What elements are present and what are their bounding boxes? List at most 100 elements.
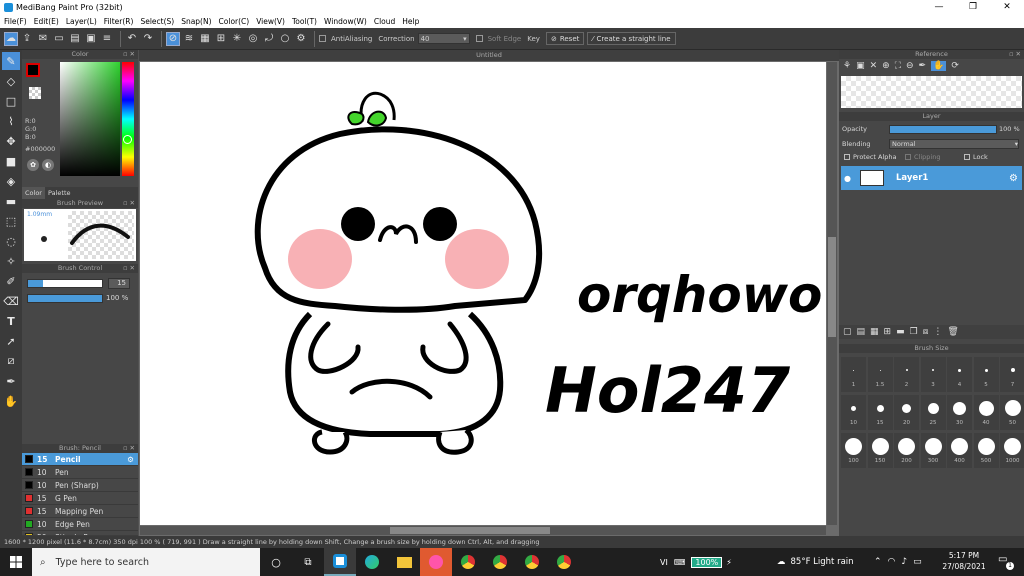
merge-down-icon[interactable]: ⧈	[923, 327, 929, 337]
curve-snap-icon[interactable]: ⤾	[262, 32, 276, 46]
operation-tool-icon[interactable]: ➚	[2, 332, 20, 350]
brush-list-item[interactable]: 10 Pen	[22, 466, 138, 479]
brush-size-cell[interactable]: 40	[973, 395, 999, 430]
canvas-horizontal-scrollbar[interactable]	[140, 526, 826, 535]
select-tool-icon[interactable]: ⬚	[2, 212, 20, 230]
brush-size-cell[interactable]: 7	[1000, 357, 1024, 392]
duplicate-layer-icon[interactable]: ❐	[910, 327, 918, 337]
clock[interactable]: 5:17 PM 27/08/2021	[938, 550, 990, 572]
lasso-tool-icon[interactable]: ◌	[2, 232, 20, 250]
cloud-icon[interactable]: ☁	[4, 31, 18, 46]
zoom-in-icon[interactable]: ⊕	[882, 61, 890, 71]
radial-snap-icon[interactable]: ✳	[230, 32, 244, 46]
battery-indicator[interactable]: 100%	[691, 556, 723, 568]
gradient-tool-icon[interactable]: ▬	[2, 192, 20, 210]
reference-hand-icon[interactable]: ✋	[931, 61, 947, 71]
brush-size-cell[interactable]: 4	[947, 357, 972, 392]
taskbar-search[interactable]: ⌕ Type here to search	[32, 548, 260, 576]
brush-size-cell[interactable]: 100	[841, 433, 866, 468]
brush-size-cell[interactable]: 3	[920, 357, 946, 392]
blending-select[interactable]: Normal ▾	[889, 139, 1019, 149]
menu-layer[interactable]: Layer(L)	[66, 17, 97, 26]
new-8bit-layer-icon[interactable]: ▦	[870, 327, 879, 337]
delete-layer-icon[interactable]: 🗑	[947, 327, 958, 337]
menu-cloud[interactable]: Cloud	[374, 17, 395, 26]
notification-icon[interactable]: ▭ 1	[998, 554, 1014, 570]
brush-size-cell[interactable]: 25	[920, 395, 946, 430]
menu-select[interactable]: Select(S)	[140, 17, 174, 26]
color-eyedrop-icon[interactable]: ◐	[42, 159, 54, 171]
fit-icon[interactable]: ⛶	[895, 61, 901, 71]
add-layer-menu-icon[interactable]: ⊞	[884, 327, 892, 337]
transparent-color-swatch[interactable]	[29, 87, 41, 99]
brush-size-slider[interactable]	[27, 279, 103, 288]
save-icon[interactable]: ▣	[84, 32, 98, 46]
brush-size-cell[interactable]: 1.5	[867, 357, 893, 392]
parallel-snap-icon[interactable]: ≋	[182, 32, 196, 46]
settings-icon[interactable]: ⚙	[294, 32, 308, 46]
brush-size-cell[interactable]: 150	[867, 433, 893, 468]
brush-list-item[interactable]: 10 Pen (Sharp)	[22, 479, 138, 492]
menu-snap[interactable]: Snap(N)	[181, 17, 211, 26]
move-tool-icon[interactable]: ✥	[2, 132, 20, 150]
maximize-button[interactable]: ❐	[956, 0, 990, 14]
layer-settings-icon[interactable]: ⚙	[1009, 173, 1018, 184]
circle-snap-icon[interactable]: ○	[278, 32, 292, 46]
network-icon[interactable]: ◠	[888, 557, 896, 567]
select-pen-tool-icon[interactable]: ✐	[2, 272, 20, 290]
menu-filter[interactable]: Filter(R)	[104, 17, 134, 26]
reference-open-icon[interactable]: ⚘	[843, 61, 851, 71]
reference-rotate-icon[interactable]: ⟳	[951, 61, 959, 71]
tab-color[interactable]: Color	[22, 187, 45, 199]
task-view-icon[interactable]: ⧉	[292, 548, 324, 576]
soft-edge-checkbox[interactable]	[475, 35, 483, 42]
comment-icon[interactable]: ✉	[36, 32, 50, 46]
minimize-button[interactable]: —	[922, 0, 956, 14]
document-icon[interactable]: ▤	[68, 32, 82, 46]
menu-color[interactable]: Color(C)	[219, 17, 250, 26]
close-button[interactable]: ✕	[990, 0, 1024, 14]
brush-size-cell[interactable]: 10	[841, 395, 866, 430]
brush-list-item[interactable]: 15 Mapping Pen	[22, 505, 138, 518]
reference-close-icon[interactable]: ✕	[870, 61, 878, 71]
layer-options-icon[interactable]: ⋮	[933, 327, 942, 337]
chrome-taskbar-icon-2[interactable]	[484, 548, 516, 576]
eraser-tool-icon[interactable]: ◇	[2, 72, 20, 90]
hue-slider[interactable]	[122, 62, 134, 176]
chrome-taskbar-icon-4[interactable]	[548, 548, 580, 576]
divide-tool-icon[interactable]: ⧄	[2, 352, 20, 370]
shape-tool-icon[interactable]: □	[2, 92, 20, 110]
new-halftone-layer-icon[interactable]: ▤	[857, 327, 866, 337]
panel-controls-icon[interactable]: ▫ ✕	[123, 444, 135, 453]
lock-checkbox[interactable]	[964, 154, 970, 160]
reference-eyedropper-icon[interactable]: ✒	[919, 61, 927, 71]
new-layer-icon[interactable]: ▢	[843, 327, 852, 337]
keyboard-icon[interactable]: ⌨	[674, 558, 686, 567]
clipping-checkbox[interactable]	[905, 154, 911, 160]
panel-controls-icon[interactable]: ▫ ✕	[123, 199, 135, 208]
menu-edit[interactable]: Edit(E)	[34, 17, 59, 26]
eyedropper-tool-icon[interactable]: ✒	[2, 372, 20, 390]
brush-size-cell[interactable]: 50	[1000, 395, 1024, 430]
brush-list-item[interactable]: 15 G Pen	[22, 492, 138, 505]
straight-line-button[interactable]: ⁄ Create a straight line	[587, 32, 676, 45]
brush-list-item[interactable]: 50Stipple Pen	[22, 531, 138, 535]
horizontal-scroll-thumb[interactable]	[390, 527, 550, 534]
brush-size-cell[interactable]: 500	[973, 433, 999, 468]
hue-handle[interactable]	[123, 135, 132, 144]
panel-controls-icon[interactable]: ▫ ✕	[123, 50, 135, 59]
brush-tool-icon[interactable]: ✎	[2, 52, 20, 70]
brush-size-cell[interactable]: 20	[894, 395, 919, 430]
menu-view[interactable]: View(V)	[256, 17, 285, 26]
text-tool-icon[interactable]: T	[2, 312, 20, 330]
file-explorer-taskbar-icon[interactable]	[388, 548, 420, 576]
reference-image-icon[interactable]: ▣	[856, 61, 865, 71]
brush-size-cell[interactable]: 15	[867, 395, 893, 430]
menu-file[interactable]: File(F)	[4, 17, 27, 26]
menu-window[interactable]: Window(W)	[324, 17, 367, 26]
edge-taskbar-icon[interactable]	[356, 548, 388, 576]
menu-help[interactable]: Help	[402, 17, 419, 26]
brush-size-cell[interactable]: 2	[894, 357, 919, 392]
select-eraser-tool-icon[interactable]: ⌫	[2, 292, 20, 310]
cortana-icon[interactable]: ○	[260, 548, 292, 576]
